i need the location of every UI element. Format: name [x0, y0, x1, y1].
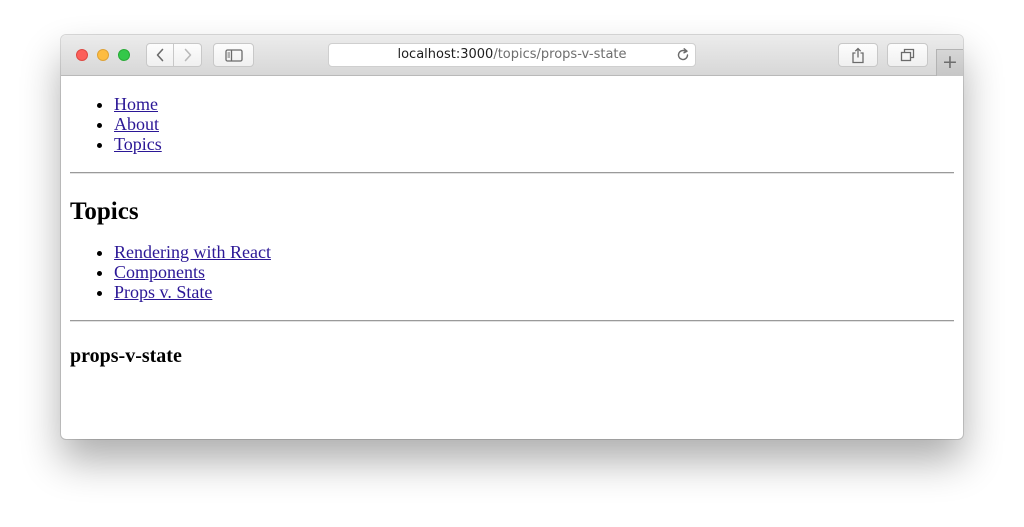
address-path: /topics/props-v-state	[493, 47, 627, 62]
close-window-button[interactable]	[76, 49, 88, 61]
divider	[70, 172, 954, 174]
chevron-right-icon	[183, 48, 193, 62]
page-title: Topics	[70, 198, 139, 225]
minimize-window-button[interactable]	[97, 49, 109, 61]
topics-link[interactable]: Topics	[114, 134, 162, 154]
share-button[interactable]	[838, 43, 878, 67]
address-bar[interactable]: localhost:3000/topics/props-v-state	[328, 43, 696, 67]
topic-item-components: Components	[114, 262, 954, 282]
show-tabs-button[interactable]	[887, 43, 928, 67]
topic-item-rendering: Rendering with React	[114, 242, 954, 262]
rendering-with-react-link[interactable]: Rendering with React	[114, 242, 271, 262]
chevron-left-icon	[155, 48, 165, 62]
nav-item-home: Home	[114, 94, 954, 114]
divider	[70, 320, 954, 322]
forward-button[interactable]	[174, 43, 202, 67]
share-icon	[851, 47, 865, 64]
sidebar-icon	[224, 48, 243, 62]
current-topic-heading: props-v-state	[70, 345, 182, 367]
browser-window: localhost:3000/topics/props-v-state + Ho…	[61, 35, 963, 439]
tabs-overview-icon	[900, 48, 915, 62]
new-tab-button[interactable]: +	[936, 49, 963, 76]
components-link[interactable]: Components	[114, 262, 205, 282]
topic-list: Rendering with React Components Props v.…	[70, 242, 954, 302]
about-link[interactable]: About	[114, 114, 159, 134]
page-content: Home About Topics Topics Rendering with …	[61, 76, 963, 439]
maximize-window-button[interactable]	[118, 49, 130, 61]
back-button[interactable]	[146, 43, 174, 67]
browser-toolbar: localhost:3000/topics/props-v-state +	[61, 35, 963, 76]
nav-item-about: About	[114, 114, 954, 134]
sidebar-toggle-button[interactable]	[213, 43, 254, 67]
props-v-state-link[interactable]: Props v. State	[114, 282, 212, 302]
reload-icon[interactable]	[676, 48, 690, 70]
home-link[interactable]: Home	[114, 94, 158, 114]
topic-item-props-v-state: Props v. State	[114, 282, 954, 302]
address-host: localhost:3000	[397, 47, 494, 62]
main-nav: Home About Topics	[70, 94, 954, 154]
screen: localhost:3000/topics/props-v-state + Ho…	[0, 0, 1024, 527]
nav-item-topics: Topics	[114, 134, 954, 154]
